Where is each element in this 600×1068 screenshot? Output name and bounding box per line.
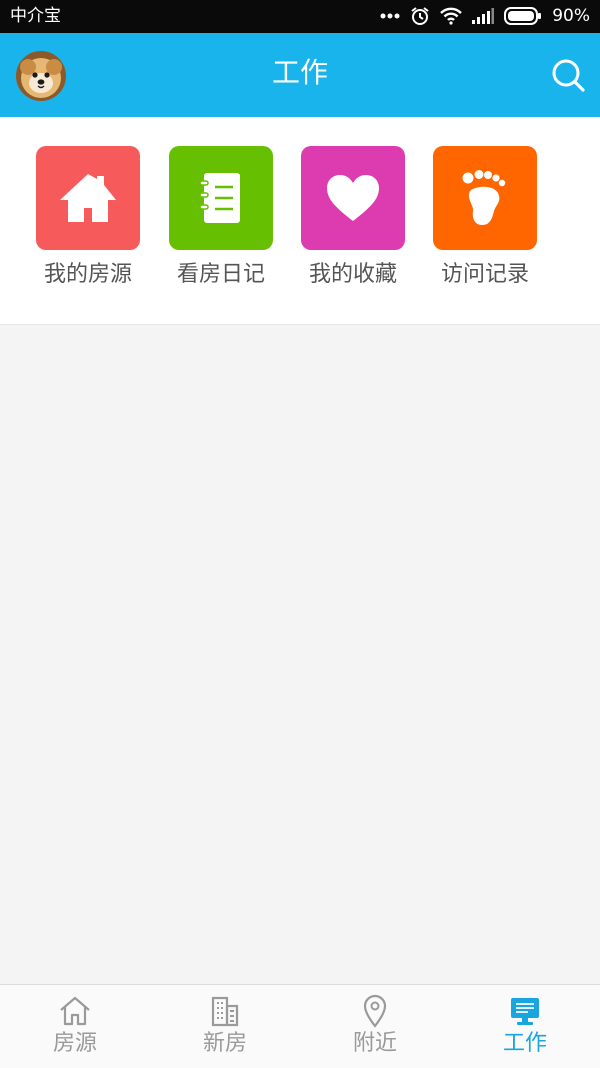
shortcut-label: 我的收藏 xyxy=(308,262,397,287)
house-outline-icon xyxy=(60,996,90,1026)
shortcut-panel: 我的房源 看房日记 我的收藏 访问记录 xyxy=(0,117,600,325)
status-bar: 中介宝 90% xyxy=(0,0,600,33)
carrier-name: 中介宝 xyxy=(10,6,61,26)
more-dots-icon xyxy=(380,13,400,19)
shortcut-viewing-diary[interactable]: 看房日记 xyxy=(155,146,287,296)
shortcut-label: 我的房源 xyxy=(43,262,132,287)
nav-label: 新房 xyxy=(202,1031,247,1056)
content-area xyxy=(0,325,600,984)
monitor-icon xyxy=(511,998,539,1025)
search-icon xyxy=(552,59,585,92)
signal-icon xyxy=(472,8,495,24)
shortcut-visit-history[interactable]: 访问记录 xyxy=(419,146,551,296)
shortcut-icon-box xyxy=(433,146,537,250)
location-pin-icon xyxy=(363,994,387,1028)
nav-item-new-homes[interactable]: 新房 xyxy=(150,985,300,1068)
shortcut-icon-box xyxy=(36,146,140,250)
app-bar: 工作 xyxy=(0,33,600,117)
search-button[interactable] xyxy=(548,55,588,95)
battery-percent: 90% xyxy=(552,6,590,26)
shortcut-label: 看房日记 xyxy=(176,262,265,287)
footprint-icon xyxy=(462,170,506,225)
shortcut-icon-box xyxy=(301,146,405,250)
nav-item-work[interactable]: 工作 xyxy=(450,985,600,1068)
shortcut-my-listings[interactable]: 我的房源 xyxy=(22,146,154,296)
heart-icon xyxy=(327,175,379,221)
nav-item-nearby[interactable]: 附近 xyxy=(300,985,450,1068)
alarm-icon xyxy=(411,7,429,25)
building-icon xyxy=(211,996,239,1027)
nav-label: 附近 xyxy=(352,1031,397,1056)
shortcut-my-favorites[interactable]: 我的收藏 xyxy=(287,146,419,296)
notebook-icon xyxy=(199,173,240,223)
page-title: 工作 xyxy=(271,56,328,89)
nav-item-listings[interactable]: 房源 xyxy=(0,985,150,1068)
shortcut-label: 访问记录 xyxy=(440,262,529,287)
nav-label: 房源 xyxy=(52,1031,97,1056)
house-icon xyxy=(60,174,116,222)
wifi-icon xyxy=(440,7,463,25)
status-icons: 90% xyxy=(380,5,590,27)
battery-icon xyxy=(504,7,542,25)
shortcut-icon-box xyxy=(169,146,273,250)
nav-label: 工作 xyxy=(502,1031,547,1056)
bottom-nav: 房源 新房 附近 工作 xyxy=(0,984,600,1068)
